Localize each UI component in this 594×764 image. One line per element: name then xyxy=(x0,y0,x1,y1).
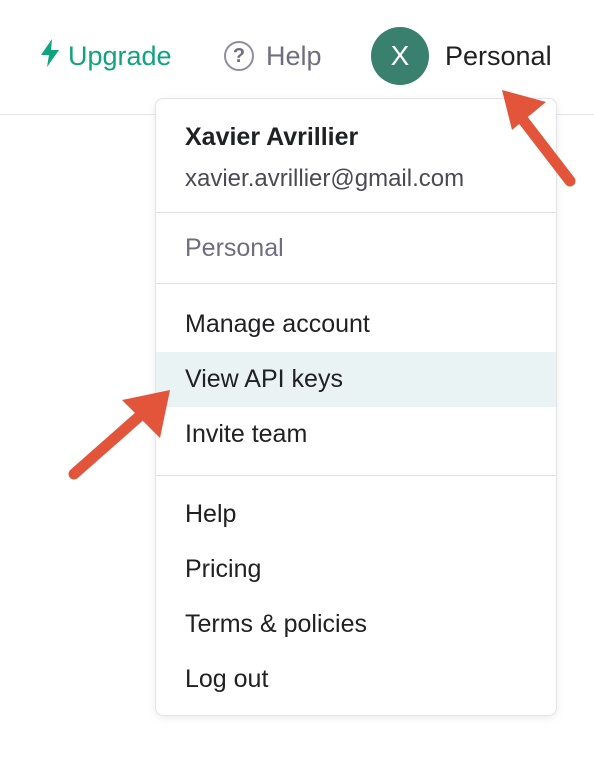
upgrade-link[interactable]: Upgrade xyxy=(40,38,172,74)
avatar: X xyxy=(371,27,429,85)
user-name: Xavier Avrillier xyxy=(185,123,359,151)
help-item[interactable]: Help xyxy=(156,487,556,542)
terms-policies-item[interactable]: Terms & policies xyxy=(156,597,556,652)
lightning-bolt-icon xyxy=(40,38,68,75)
organization-label: Personal xyxy=(185,233,284,262)
question-circle-icon: ? xyxy=(224,41,254,71)
upgrade-label: Upgrade xyxy=(68,40,172,71)
menu-group-account: Manage account View API keys Invite team xyxy=(156,284,556,476)
log-out-item[interactable]: Log out xyxy=(156,652,556,707)
view-api-keys-item[interactable]: View API keys xyxy=(156,352,556,407)
invite-team-item[interactable]: Invite team xyxy=(156,407,556,462)
annotation-arrow-api-keys xyxy=(68,390,170,480)
account-label: Personal xyxy=(445,40,552,71)
account-switcher-button[interactable]: X Personal xyxy=(371,27,552,85)
help-link[interactable]: ? Help xyxy=(224,38,322,74)
help-label: Help xyxy=(266,40,322,71)
pricing-item[interactable]: Pricing xyxy=(156,542,556,597)
annotation-arrow-account xyxy=(502,90,576,187)
user-email: xavier.avrillier@gmail.com xyxy=(185,165,465,192)
organization-item[interactable]: Personal xyxy=(156,213,556,284)
manage-account-item[interactable]: Manage account xyxy=(156,297,556,352)
menu-group-general: Help Pricing Terms & policies Log out xyxy=(156,476,556,707)
